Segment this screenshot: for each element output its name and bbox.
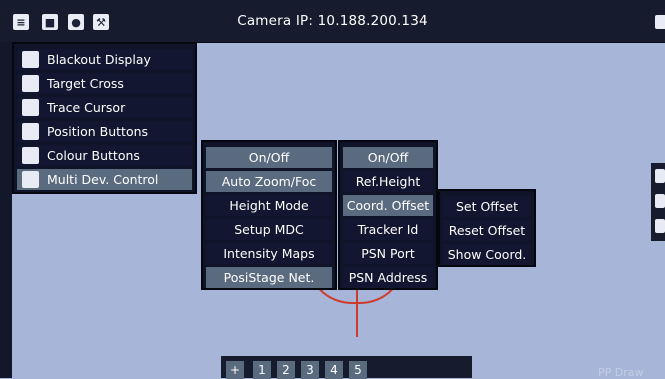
psn-address[interactable]: PSN Address [343,267,433,288]
mdc-submenu: On/Off Auto Zoom/Foc Height Mode Setup M… [201,140,337,290]
offset-set-offset[interactable]: Set Offset [443,196,531,217]
main-menu: Blackout Display Target Cross Trace Curs… [12,42,197,194]
psn-tracker-id[interactable]: Tracker Id [343,219,433,240]
users-icon[interactable] [655,219,665,233]
preset-button-4[interactable]: 4 [325,361,343,379]
right-toolbar [651,163,665,241]
preset-add-button[interactable]: + [226,361,244,379]
menu-item-trace-cursor[interactable]: Trace Cursor [17,97,192,118]
offset-submenu: Set Offset Reset Offset Show Coord. [438,189,536,267]
menu-item-multi-dev-control[interactable]: Multi Dev. Control [17,169,192,190]
menu-item-colour-buttons[interactable]: Colour Buttons [17,145,192,166]
offset-show-coord[interactable]: Show Coord. [443,244,531,265]
brush-icon [22,147,39,164]
menu-item-position-buttons[interactable]: Position Buttons [17,121,192,142]
camera-ip-title: Camera IP: 10.188.200.134 [237,13,428,29]
menu-item-label: Trace Cursor [47,100,126,115]
menu-item-label: Multi Dev. Control [47,172,159,187]
move-icon[interactable] [655,194,665,208]
menu-item-target-cross[interactable]: Target Cross [17,73,192,94]
psn-ref-height[interactable]: Ref.Height [343,171,433,192]
square-icon [22,51,39,68]
mdc-setup-mdc[interactable]: Setup MDC [206,219,332,240]
menu-item-label: Colour Buttons [47,148,140,163]
psn-on-off[interactable]: On/Off [343,147,433,168]
mdc-on-off[interactable]: On/Off [206,147,332,168]
preset-bar: + 1 2 3 4 5 [221,356,472,379]
users-icon [22,171,39,188]
menu-item-label: Position Buttons [47,124,149,139]
offset-reset-offset[interactable]: Reset Offset [443,220,531,241]
mdc-intensity-maps[interactable]: Intensity Maps [206,243,332,264]
menu-item-label: Target Cross [47,76,124,91]
preset-button-1[interactable]: 1 [253,361,271,379]
menu-item-label: Blackout Display [47,52,151,67]
mdc-height-mode[interactable]: Height Mode [206,195,332,216]
psn-port[interactable]: PSN Port [343,243,433,264]
preset-button-5[interactable]: 5 [349,361,367,379]
mdc-posistage-net[interactable]: PosiStage Net. [206,267,332,288]
psn-submenu: On/Off Ref.Height Coord. Offset Tracker … [338,140,438,290]
target-circle-icon [22,123,39,140]
move-icon [22,99,39,116]
left-edge-strip [0,42,12,378]
top-bar: ≡ ■ ● ⚒ Camera IP: 10.188.200.134 [0,0,665,43]
lock-icon[interactable] [655,15,665,29]
eye-icon[interactable] [655,169,665,183]
watermark-text: PP Draw [598,366,644,379]
preset-button-3[interactable]: 3 [301,361,319,379]
menu-item-blackout-display[interactable]: Blackout Display [17,49,192,70]
mdc-auto-zoom-foc[interactable]: Auto Zoom/Foc [206,171,332,192]
crosshair-icon [22,75,39,92]
psn-coord-offset[interactable]: Coord. Offset [343,195,433,216]
preset-button-2[interactable]: 2 [277,361,295,379]
